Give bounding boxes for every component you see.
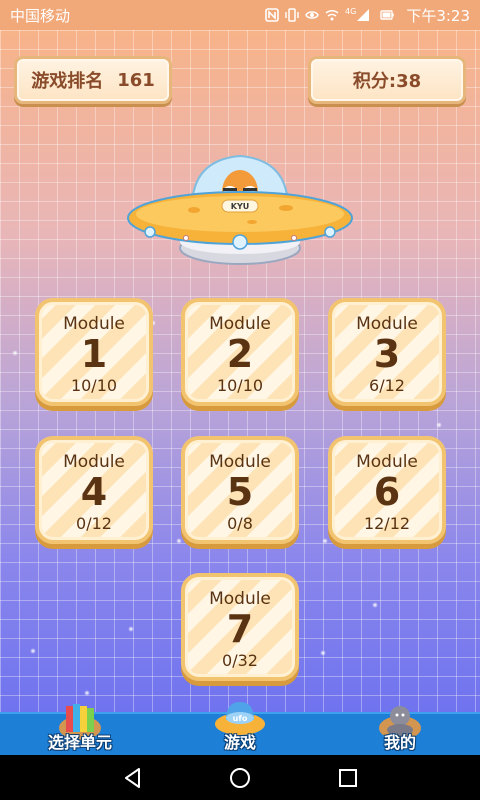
network-type-label: 4G — [345, 6, 357, 16]
module-card-5[interactable]: Module 5 0/8 — [181, 436, 299, 544]
module-progress: 0/32 — [222, 651, 258, 670]
game-area: 游戏排名 161 积分:38 KYU Module 1 10/10 Module… — [0, 30, 480, 712]
back-icon[interactable] — [121, 766, 145, 790]
module-progress: 6/12 — [369, 376, 405, 395]
nav-label-select-unit: 选择单元 — [47, 733, 112, 752]
nav-label-game: 游戏 — [223, 733, 256, 752]
carrier-label: 中国移动 — [10, 6, 71, 25]
sparkle — [30, 648, 36, 654]
nav-item-game[interactable]: ufo 游戏 — [170, 702, 310, 757]
sparkle — [12, 350, 18, 356]
module-label: Module — [209, 589, 271, 609]
sparkle — [436, 422, 442, 428]
nfc-icon — [265, 8, 279, 22]
home-icon[interactable] — [228, 766, 252, 790]
module-label: Module — [209, 452, 271, 472]
sparkle — [322, 538, 328, 544]
score-text: 积分:38 — [352, 71, 422, 92]
module-card-1[interactable]: Module 1 10/10 — [35, 298, 153, 406]
module-progress: 12/12 — [363, 514, 411, 533]
module-label: Module — [63, 314, 125, 334]
module-label: Module — [209, 314, 271, 334]
module-progress: 0/8 — [227, 514, 253, 533]
module-number: 7 — [226, 607, 254, 651]
module-number: 2 — [226, 332, 254, 376]
nav-item-select-unit[interactable]: 选择单元 — [10, 704, 150, 757]
vibrate-icon — [285, 8, 299, 22]
sparkle — [320, 650, 326, 656]
battery-icon — [380, 10, 395, 20]
rank-value: 161 — [117, 69, 155, 91]
rank-label: 游戏排名 — [31, 71, 104, 92]
status-bar: 中国移动 4G 下午3:23 — [0, 0, 480, 30]
system-navigation-bar — [0, 755, 480, 800]
sparkle — [176, 538, 182, 544]
bottom-navigation: 选择单元 ufo 游戏 我的 — [0, 702, 480, 757]
score-panel[interactable]: 积分:38 — [308, 56, 466, 104]
game-ranking-panel[interactable]: 游戏排名 161 — [14, 56, 172, 104]
eye-icon — [305, 11, 319, 19]
nav-item-mine[interactable]: 我的 — [330, 706, 470, 757]
module-card-4[interactable]: Module 4 0/12 — [35, 436, 153, 544]
nav-label-mine: 我的 — [383, 733, 416, 752]
module-number: 1 — [80, 332, 108, 376]
module-progress: 0/12 — [76, 514, 112, 533]
module-number: 4 — [80, 470, 108, 514]
wifi-icon — [325, 10, 339, 21]
module-label: Module — [356, 314, 418, 334]
mascot-badge-text: KYU — [231, 202, 250, 211]
ufo-badge-text: ufo — [233, 714, 248, 723]
sparkle — [372, 602, 378, 608]
sparkle — [128, 626, 134, 632]
module-card-2[interactable]: Module 2 10/10 — [181, 298, 299, 406]
sparkle — [84, 690, 90, 696]
module-card-7[interactable]: Module 7 0/32 — [181, 573, 299, 681]
module-number: 5 — [226, 470, 254, 514]
module-label: Module — [63, 452, 125, 472]
module-card-3[interactable]: Module 3 6/12 — [328, 298, 446, 406]
module-progress: 10/10 — [216, 376, 264, 395]
module-number: 3 — [373, 332, 401, 376]
ufo-mascot-illustration: KYU — [127, 154, 353, 265]
recents-icon[interactable] — [336, 766, 360, 790]
signal-icon — [357, 9, 370, 21]
module-progress: 10/10 — [70, 376, 118, 395]
module-label: Module — [356, 452, 418, 472]
module-number: 6 — [373, 470, 401, 514]
clock: 下午3:23 — [406, 6, 470, 25]
module-card-6[interactable]: Module 6 12/12 — [328, 436, 446, 544]
